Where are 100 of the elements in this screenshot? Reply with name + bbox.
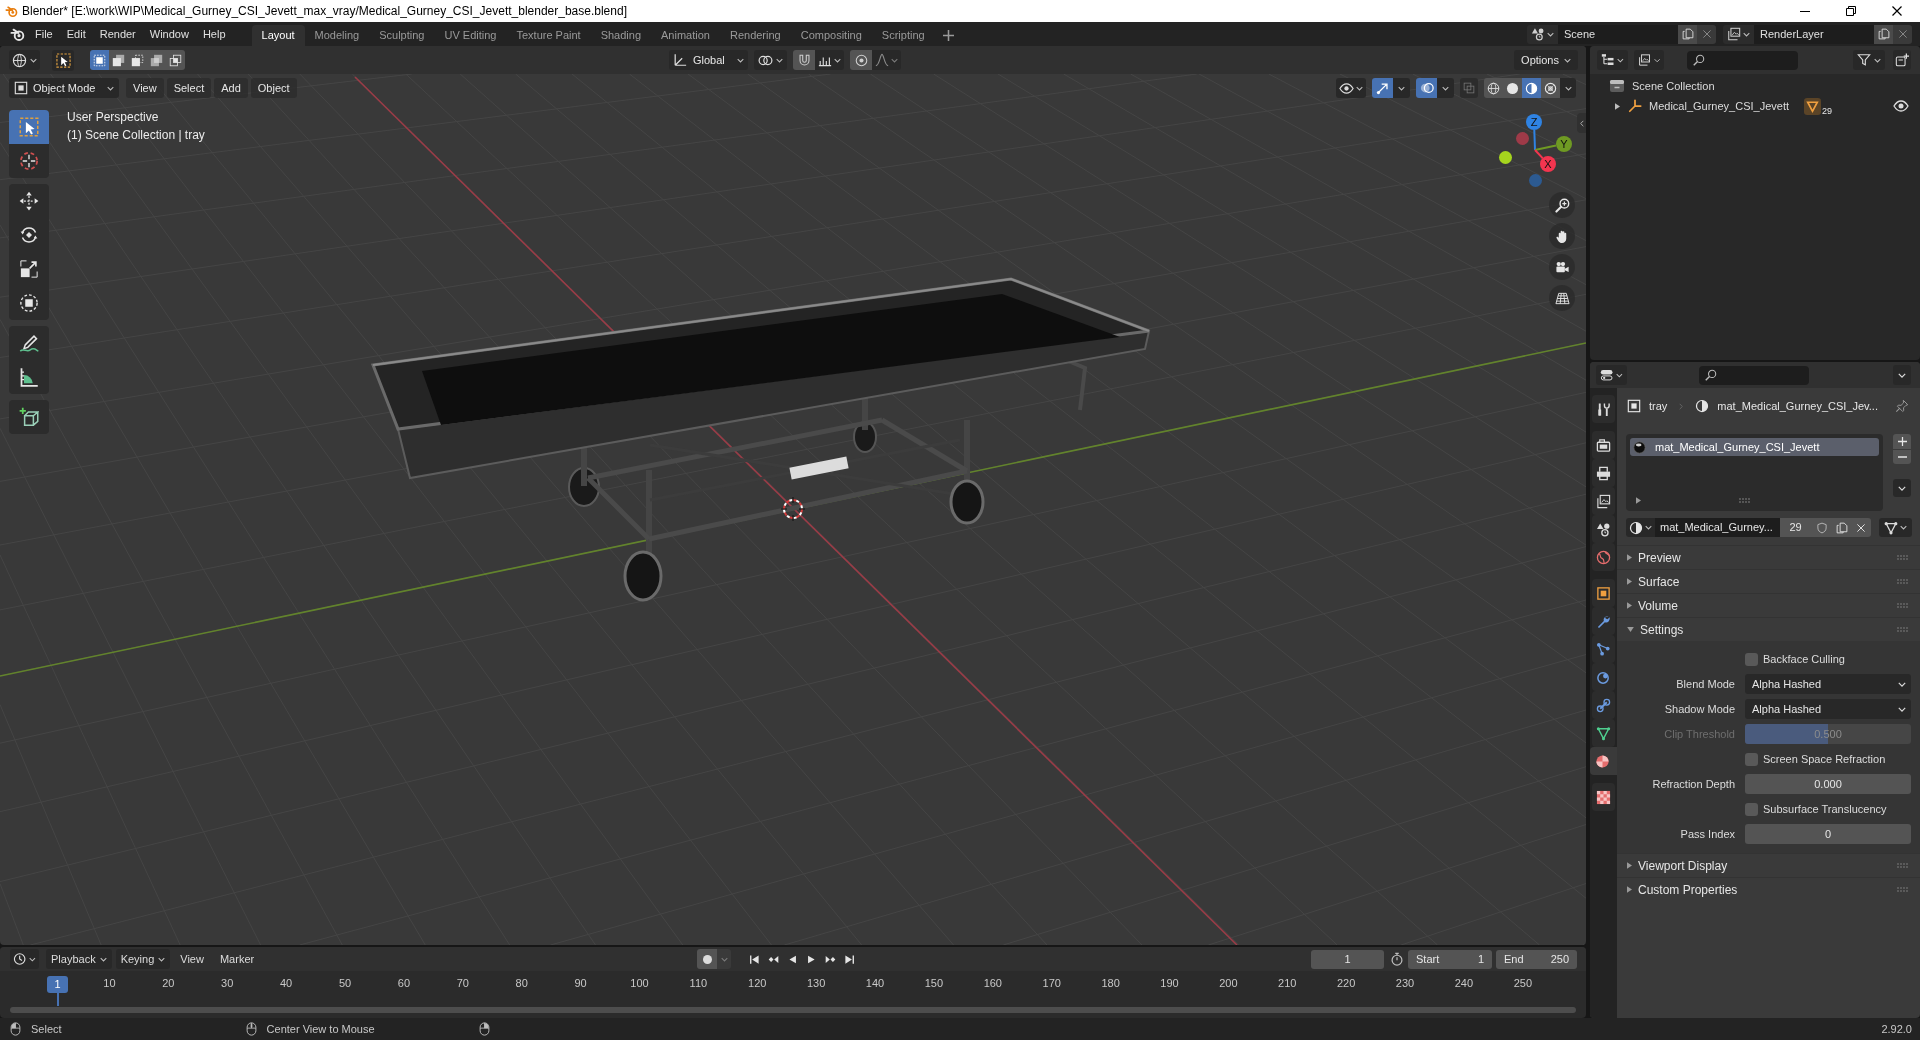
grip-icon[interactable] (1897, 863, 1908, 868)
overlapping-squares-icon[interactable] (1460, 78, 1478, 98)
current-frame-field[interactable]: 1 (1311, 949, 1384, 969)
crosshair-icon[interactable] (9, 144, 49, 178)
caret-icon[interactable] (1560, 78, 1576, 98)
checkerboard-icon[interactable] (1592, 783, 1615, 811)
workspace-tab[interactable]: Layout (251, 25, 305, 46)
panel-header[interactable]: Preview (1617, 545, 1920, 569)
visibility-button[interactable] (1336, 78, 1366, 98)
globe-icon[interactable] (1592, 543, 1615, 571)
menu-item[interactable]: Object (250, 78, 297, 98)
grip-icon[interactable] (1897, 579, 1908, 584)
workspace-tab[interactable]: Shading (590, 25, 652, 46)
number-field[interactable]: 0.000 (1745, 774, 1911, 794)
user-count[interactable]: 29 (1780, 518, 1811, 537)
expand-arrow-icon[interactable] (1615, 102, 1620, 110)
move-arrows-icon[interactable] (9, 184, 49, 218)
checkbox-label[interactable]: Screen Space Refraction (1763, 750, 1886, 768)
search-field[interactable] (1687, 50, 1798, 70)
start-frame-field[interactable]: Start 1 (1408, 949, 1492, 969)
transform-icon[interactable] (9, 286, 49, 320)
mode-dropdown[interactable]: Object Mode (9, 78, 119, 98)
display-mode-button[interactable] (1634, 50, 1664, 70)
menu-item[interactable]: File (28, 24, 60, 44)
selection-squares-icon[interactable] (128, 50, 147, 70)
view-layer-name-field[interactable]: RenderLayer (1754, 24, 1874, 44)
selection-squares-icon[interactable] (109, 50, 128, 70)
triangle-badge-icon[interactable] (1804, 97, 1821, 115)
select-box-tool-icon[interactable] (52, 49, 74, 71)
selection-squares-icon[interactable] (147, 50, 166, 70)
workspace-tab[interactable]: Compositing (790, 25, 872, 46)
grid-icon[interactable] (1549, 285, 1575, 311)
ruler-icon[interactable] (9, 360, 49, 394)
workspace-tab[interactable]: UV Editing (434, 25, 507, 46)
falloff-button[interactable] (872, 50, 901, 70)
orientation-dropdown[interactable]: Global (669, 50, 748, 70)
axis-handle[interactable]: Z (1526, 114, 1542, 130)
caret-icon[interactable] (1437, 78, 1454, 98)
add-workspace-icon[interactable] (942, 30, 954, 41)
axis-handle[interactable]: Y (1556, 136, 1572, 152)
axis-handle[interactable]: X (1540, 156, 1556, 172)
framed-square-icon[interactable] (1592, 579, 1615, 607)
number-field[interactable]: 0 (1745, 824, 1911, 844)
expand-arrow-icon[interactable] (1636, 497, 1641, 504)
checkbox[interactable] (1745, 652, 1758, 666)
dropdown-field[interactable]: Alpha Hashed (1745, 699, 1911, 719)
grip-icon[interactable] (1897, 887, 1908, 892)
panel-header[interactable]: Volume (1617, 593, 1920, 617)
material-slot[interactable]: mat_Medical_Gurney_CSI_Jevett (1630, 438, 1879, 456)
workspace-tab[interactable]: Sculpting (369, 25, 435, 46)
panel-header[interactable]: Viewport Display (1617, 853, 1920, 877)
workspace-tab[interactable]: Scripting (871, 25, 935, 46)
workspace-tab[interactable]: Animation (651, 25, 720, 46)
playhead-frame[interactable]: 1 (47, 976, 68, 993)
overlapping-circles-icon[interactable] (1416, 78, 1437, 98)
filter-button[interactable] (1853, 50, 1885, 70)
grip-icon[interactable] (1897, 603, 1908, 608)
end-frame-field[interactable]: End 250 (1496, 949, 1577, 969)
stopwatch-icon[interactable] (1390, 952, 1404, 966)
eye-icon[interactable] (1893, 98, 1909, 114)
dropdown-menu[interactable]: Playback (46, 949, 112, 969)
workspace-tab[interactable]: Texture Paint (506, 25, 591, 46)
dropdown-menu[interactable]: Keying (115, 949, 171, 969)
menu-item[interactable]: View (126, 78, 164, 98)
camera-body-icon[interactable] (1592, 431, 1615, 459)
menu-item[interactable]: View (174, 949, 210, 969)
close-icon[interactable] (1892, 6, 1902, 16)
editor-type-button[interactable] (1597, 50, 1628, 70)
minimize-icon[interactable] (1800, 10, 1810, 12)
workspace-tab[interactable]: Rendering (719, 25, 791, 46)
panel-header[interactable]: Surface (1617, 569, 1920, 593)
menu-item[interactable]: Edit (59, 24, 93, 44)
editor-type-button[interactable] (10, 949, 39, 969)
editor-type-button[interactable] (1596, 365, 1627, 385)
menu-item[interactable]: Render (92, 24, 143, 44)
workspace-tab[interactable]: Modeling (304, 25, 370, 46)
menu-item[interactable]: Marker (213, 949, 261, 969)
restore-icon[interactable] (1846, 6, 1856, 16)
pencil-icon[interactable] (9, 326, 49, 360)
selection-squares-icon[interactable] (166, 50, 185, 70)
caret-icon[interactable] (1393, 78, 1410, 98)
dropdown-field[interactable]: Alpha Hashed (1745, 674, 1911, 694)
node-tree-button[interactable] (1879, 518, 1912, 537)
magnet-icon[interactable] (793, 50, 815, 70)
caret-icon[interactable] (1893, 365, 1911, 385)
outliner-item[interactable]: Medical_Gurney_CSI_Jevett (1649, 97, 1789, 115)
outliner-item[interactable]: Scene Collection (1632, 77, 1715, 95)
checkbox-label[interactable]: Subsurface Translucency (1763, 800, 1887, 818)
grip-icon[interactable] (1897, 555, 1908, 560)
record-icon[interactable] (697, 949, 718, 969)
search-field[interactable] (1699, 365, 1809, 385)
select-box-icon[interactable] (9, 110, 49, 144)
arrow-toggle-icon[interactable] (1372, 78, 1393, 98)
chevron-left-icon[interactable] (1577, 113, 1586, 133)
plus-icon[interactable] (1893, 434, 1911, 449)
minus-icon[interactable] (1893, 450, 1911, 464)
options-dropdown[interactable]: Options (1514, 50, 1578, 70)
pivot-point-button[interactable] (754, 50, 787, 70)
checkbox[interactable] (1745, 752, 1758, 766)
editor-type-button[interactable] (9, 50, 40, 70)
